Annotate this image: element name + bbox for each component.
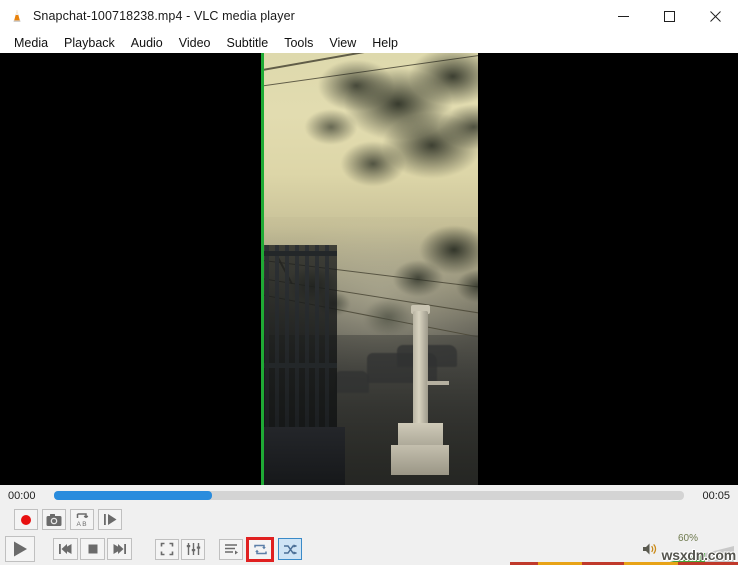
menu-item-video[interactable]: Video bbox=[171, 34, 219, 52]
random-button[interactable] bbox=[278, 538, 302, 560]
menu-item-audio[interactable]: Audio bbox=[123, 34, 171, 52]
volume-percent-label: 60% bbox=[678, 533, 699, 544]
ab-loop-button[interactable]: A B bbox=[70, 509, 94, 530]
next-button[interactable] bbox=[107, 538, 132, 560]
parked-car bbox=[335, 371, 369, 393]
seek-bar-row: 00:00 00:05 bbox=[0, 485, 738, 506]
advanced-controls-row: A B bbox=[0, 506, 738, 533]
monument-arm bbox=[427, 381, 449, 385]
play-button[interactable] bbox=[5, 536, 35, 562]
monument-base-lower bbox=[391, 445, 449, 475]
total-time-label: 00:05 bbox=[702, 489, 730, 502]
previous-button[interactable] bbox=[53, 538, 78, 560]
video-frame bbox=[261, 53, 478, 485]
frame-by-frame-button[interactable] bbox=[98, 509, 122, 530]
record-button[interactable] bbox=[14, 509, 38, 530]
speaker-icon[interactable] bbox=[642, 542, 658, 561]
playlist-button[interactable] bbox=[219, 538, 243, 560]
menu-item-help[interactable]: Help bbox=[364, 34, 406, 52]
gate-base bbox=[261, 427, 345, 485]
window-title: Snapchat-100718238.mp4 - VLC media playe… bbox=[33, 9, 295, 23]
menu-item-view[interactable]: View bbox=[321, 34, 364, 52]
elapsed-time-label: 00:00 bbox=[8, 489, 36, 502]
extended-settings-button[interactable] bbox=[181, 538, 205, 560]
title-bar: Snapchat-100718238.mp4 - VLC media playe… bbox=[0, 0, 738, 32]
transport-controls-row: 60% wsxdn.com bbox=[0, 533, 738, 565]
maximize-button[interactable] bbox=[646, 0, 692, 32]
menu-bar: Media Playback Audio Video Subtitle Tool… bbox=[0, 32, 738, 53]
video-display-area[interactable] bbox=[0, 53, 738, 485]
vlc-media-player-window: Snapchat-100718238.mp4 - VLC media playe… bbox=[0, 0, 738, 565]
menu-item-subtitle[interactable]: Subtitle bbox=[219, 34, 277, 52]
svg-text:A B: A B bbox=[76, 521, 86, 527]
seek-slider[interactable] bbox=[54, 491, 684, 500]
menu-item-playback[interactable]: Playback bbox=[56, 34, 123, 52]
video-edge-artifact bbox=[261, 53, 264, 485]
snapshot-button[interactable] bbox=[42, 509, 66, 530]
minimize-button[interactable] bbox=[600, 0, 646, 32]
site-watermark: wsxdn.com bbox=[661, 547, 737, 563]
stop-button[interactable] bbox=[80, 538, 105, 560]
window-controls bbox=[600, 0, 738, 32]
close-button[interactable] bbox=[692, 0, 738, 32]
menu-item-media[interactable]: Media bbox=[6, 34, 56, 52]
seek-progress-fill bbox=[54, 491, 212, 500]
monument-pillar bbox=[413, 311, 428, 429]
fullscreen-button[interactable] bbox=[155, 538, 179, 560]
loop-button[interactable] bbox=[246, 536, 274, 562]
vlc-cone-icon bbox=[9, 8, 25, 24]
menu-item-tools[interactable]: Tools bbox=[276, 34, 321, 52]
